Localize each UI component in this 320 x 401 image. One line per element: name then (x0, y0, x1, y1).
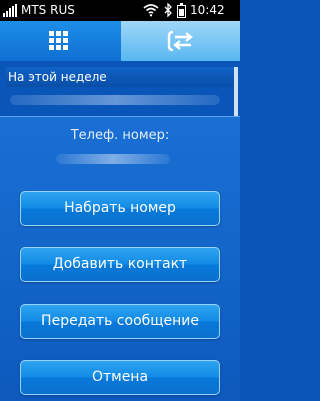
section-header: На этой неделе (6, 67, 234, 87)
clock: 10:42 (190, 3, 225, 17)
call-options-dialog: Телеф. номер: Набрать номер Добавить кон… (0, 116, 240, 401)
grid-icon (49, 31, 69, 51)
list-item[interactable] (10, 95, 220, 105)
dial-number-button[interactable]: Набрать номер (20, 191, 220, 226)
carrier-name: MTS RUS (21, 3, 75, 17)
dialog-title: Телеф. номер: (70, 128, 170, 143)
cancel-button[interactable]: Отмена (20, 360, 220, 395)
scrollbar[interactable] (234, 67, 238, 123)
phone-number (56, 154, 170, 164)
wifi-icon (143, 4, 159, 17)
send-message-button[interactable]: Передать сообщение (20, 304, 220, 339)
status-bar: MTS RUS 10:42 (0, 0, 240, 21)
signal-icon (3, 4, 17, 17)
add-contact-button[interactable]: Добавить контакт (20, 247, 220, 282)
battery-icon (177, 3, 186, 18)
bluetooth-icon (164, 3, 172, 17)
swap-arrows-icon (167, 30, 193, 52)
tab-dialpad[interactable] (0, 21, 121, 61)
tab-calls[interactable] (121, 21, 240, 61)
tab-bar (0, 21, 240, 61)
